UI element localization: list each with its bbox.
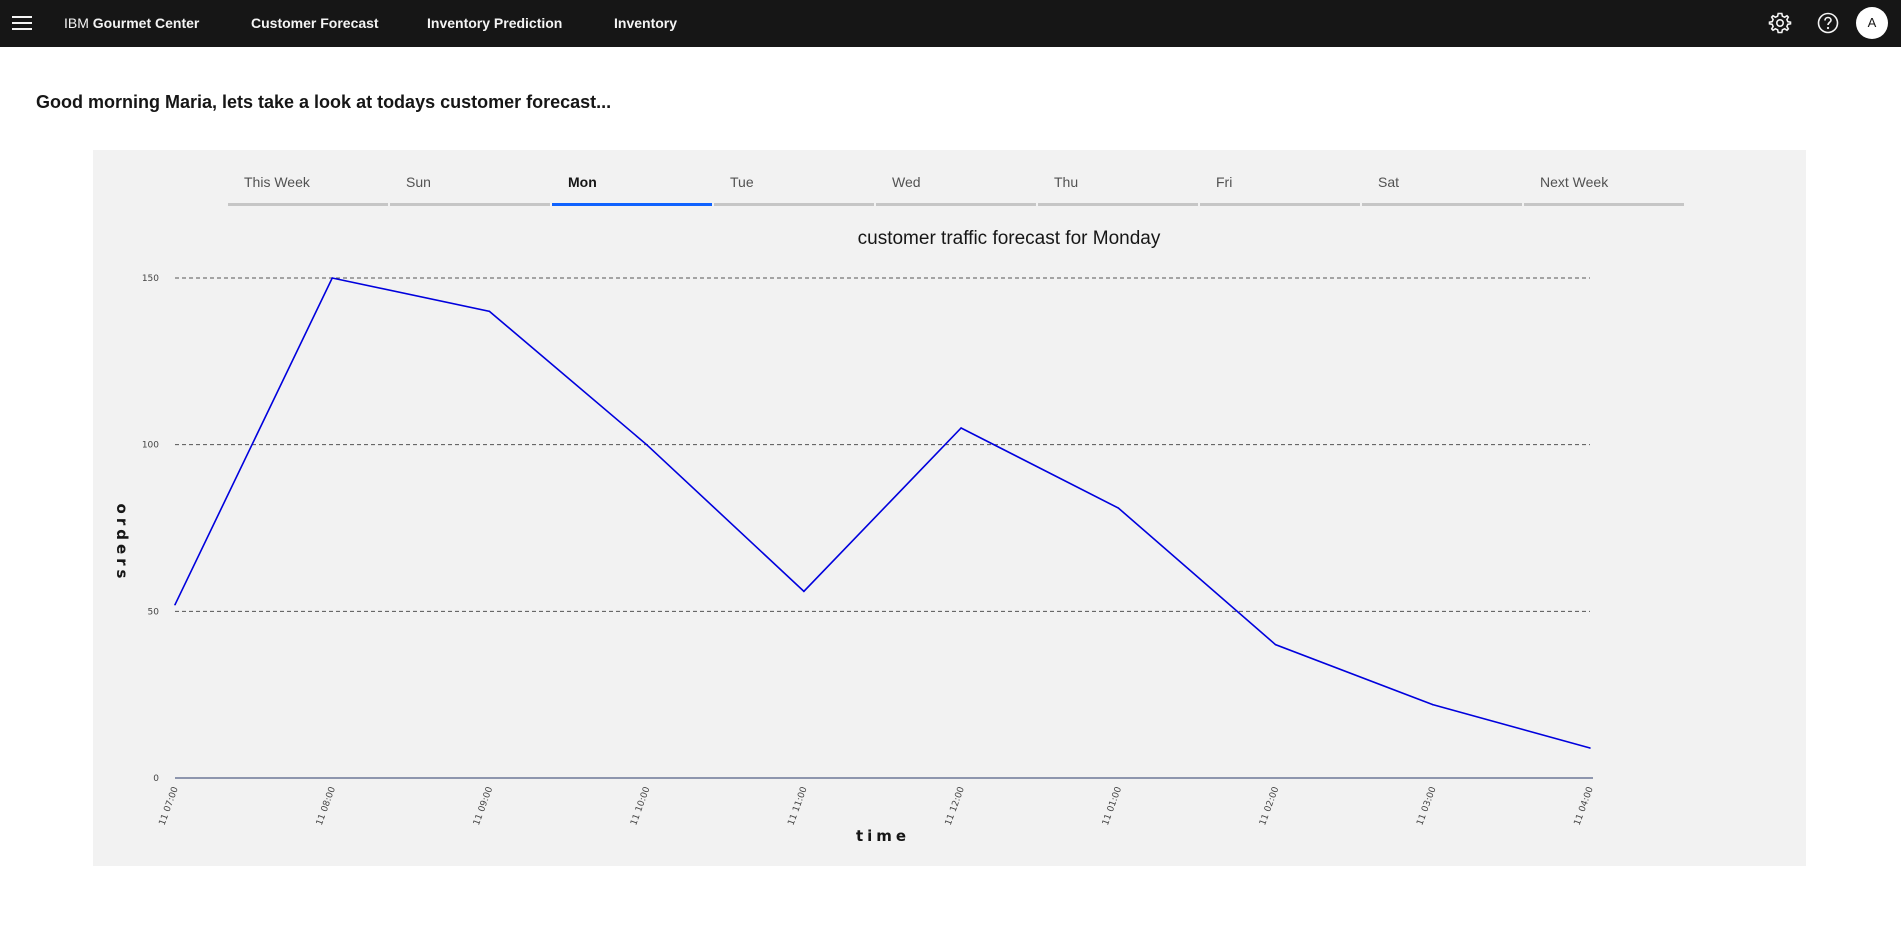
help-icon[interactable] (1815, 10, 1841, 36)
x-tick-label: 11 12:00 (944, 785, 967, 826)
chart-title: customer traffic forecast for Monday (858, 228, 1161, 249)
data-point (331, 277, 334, 279)
data-point (174, 603, 176, 606)
x-axis-label: time (856, 827, 910, 845)
brand-title: Gourmet Center (92, 15, 200, 31)
brand-prefix: IBM (64, 15, 89, 31)
user-avatar[interactable]: A (1856, 7, 1888, 39)
brand-name[interactable]: IBM Gourmet Center (64, 0, 199, 47)
y-tick-label: 0 (153, 774, 159, 784)
data-point (960, 427, 962, 429)
data-point (488, 310, 491, 313)
x-tick-label: 11 10:00 (629, 785, 652, 826)
x-tick-label: 11 02:00 (1258, 785, 1281, 826)
y-tick-label: 50 (148, 607, 160, 617)
x-tick-label: 11 11:00 (787, 785, 810, 826)
x-tick-label: 11 03:00 (1415, 785, 1438, 826)
series-line (174, 277, 1591, 749)
data-point (803, 590, 805, 593)
x-tick-label: 11 09:00 (472, 785, 495, 826)
y-tick-label: 100 (142, 441, 159, 451)
data-point (1589, 747, 1591, 749)
x-tick-label: 11 07:00 (158, 785, 181, 826)
top-header: IBM Gourmet Center Customer Forecast Inv… (0, 0, 1901, 47)
data-point (1274, 643, 1277, 646)
y-axis-label: orders (113, 504, 131, 583)
y-tick-label: 150 (142, 274, 159, 284)
x-tick-label: 11 08:00 (315, 785, 338, 826)
chart-series (174, 277, 1591, 749)
traffic-line-chart: customer traffic forecast for Monday 0 50… (113, 228, 1596, 845)
chart-axes: 0 50 100 150 11 07:00 11 08:00 11 09:00 11 10:0… (142, 274, 1596, 827)
data-point (1431, 703, 1434, 706)
greeting-text: Good morning Maria, lets take a look at … (36, 92, 612, 112)
nav-inventory[interactable]: Inventory (614, 0, 677, 47)
chart-grid (175, 277, 1590, 612)
gear-icon[interactable] (1767, 10, 1793, 36)
nav-inventory-prediction[interactable]: Inventory Prediction (427, 0, 562, 47)
data-point (1117, 507, 1120, 509)
x-tick-label: 11 01:00 (1101, 785, 1124, 826)
x-tick-label: 11 04:00 (1573, 785, 1596, 826)
forecast-panel: This Week Sun Mon Tue Wed Thu Fri Sat Ne… (93, 150, 1806, 866)
hamburger-menu-icon[interactable] (10, 10, 36, 36)
data-point (645, 443, 648, 446)
nav-customer-forecast[interactable]: Customer Forecast (251, 0, 379, 47)
